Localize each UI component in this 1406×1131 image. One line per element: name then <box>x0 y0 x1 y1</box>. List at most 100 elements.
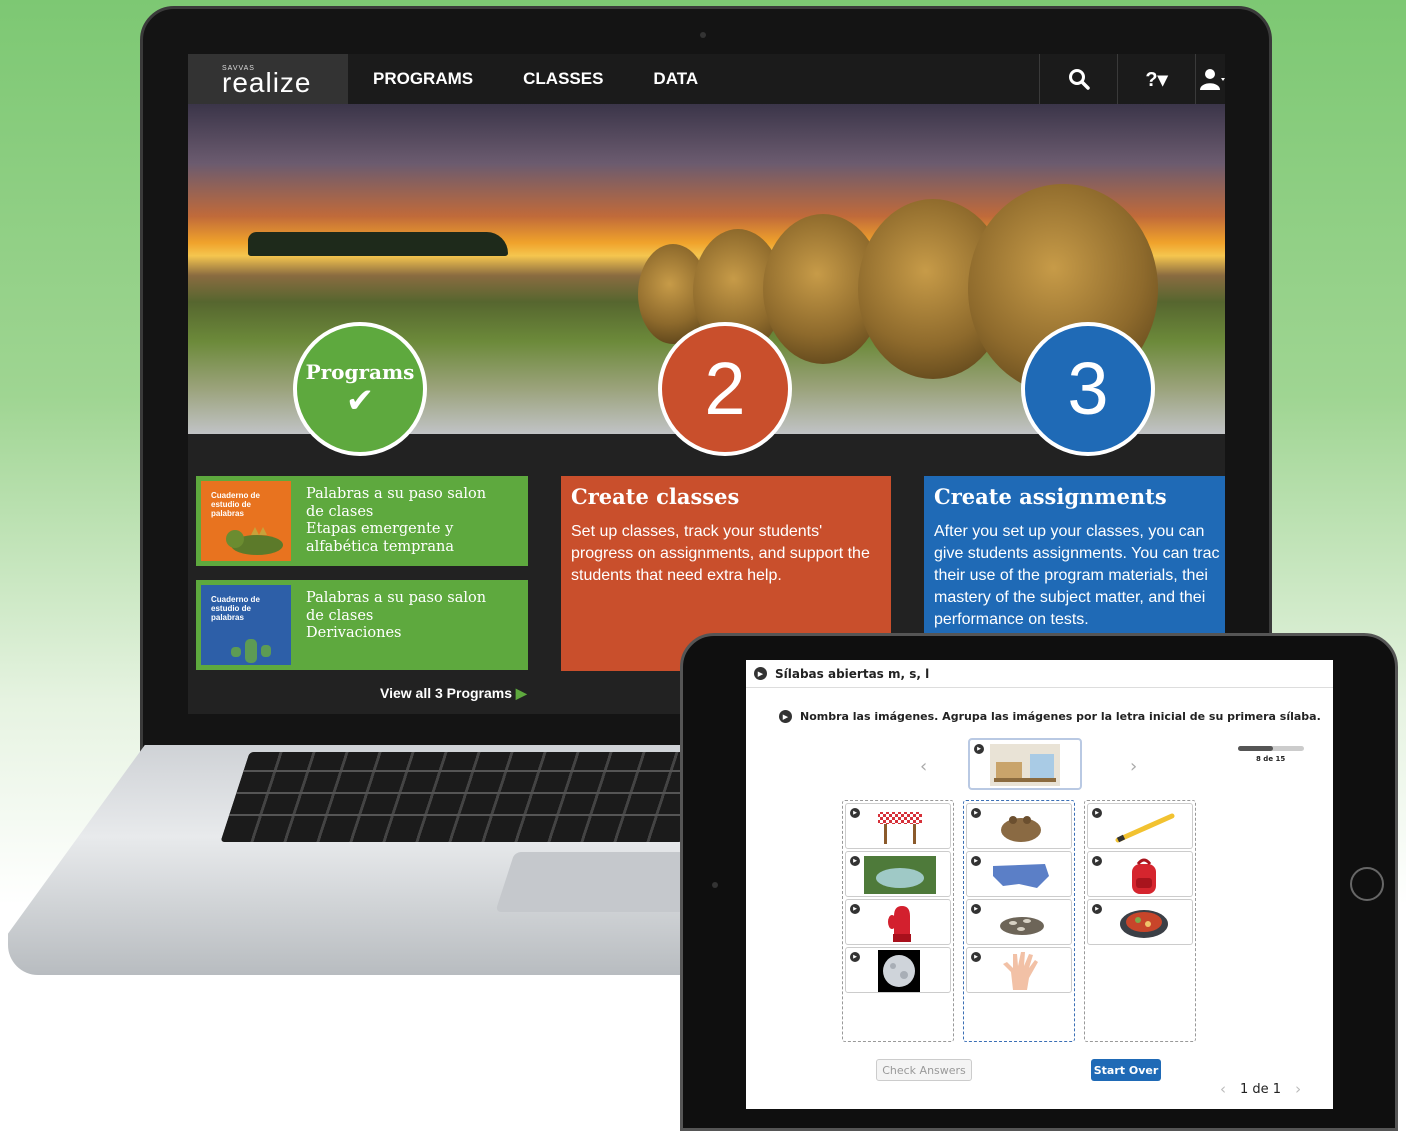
checkmark-icon: ✔ <box>345 382 375 420</box>
picture-tile[interactable]: ▶ <box>966 803 1072 849</box>
program-title-line: Palabras a su paso salon <box>306 486 487 502</box>
table-picture <box>878 812 922 844</box>
program-title-line: alfabética temprana <box>306 538 454 555</box>
picture-tile[interactable]: ▶ <box>845 899 951 945</box>
picture-tile[interactable]: ▶ <box>966 851 1072 897</box>
program-cover-thumbnail: Cuaderno de estudio de palabras <box>201 585 291 665</box>
picture-tile[interactable]: ▶ <box>966 947 1072 993</box>
assignments-body-line: mastery of the subject matter, and thei <box>934 589 1206 606</box>
picture-tile[interactable]: ▶ <box>845 947 951 993</box>
progress-fill <box>1238 746 1274 751</box>
backpack-picture <box>1132 858 1156 894</box>
laptop-camera <box>700 32 706 38</box>
activity-header: ▶ Sílabas abiertas m, s, l <box>746 660 1333 688</box>
step-assignments-number: 3 <box>1067 347 1109 430</box>
keyboard-row <box>228 814 700 816</box>
tablet-camera <box>712 882 718 888</box>
top-nav: SAVVAS realize PROGRAMS CLASSES DATA ?▾ <box>188 54 1225 104</box>
laptop-keyboard <box>220 752 720 842</box>
sort-column-3[interactable]: ▶ ▶ ▶ <box>1084 800 1196 1042</box>
tablet-home-button[interactable] <box>1350 867 1384 901</box>
program-cover-title: Cuaderno de estudio de palabras <box>211 491 260 518</box>
step-programs-circle[interactable]: Programs ✔ <box>293 322 427 456</box>
chevron-right-icon[interactable]: › <box>1295 1080 1301 1098</box>
picture-tile[interactable]: ▶ <box>966 899 1072 945</box>
program-title-line: de clases <box>306 607 374 624</box>
activity-instruction: ▶ Nombra las imágenes. Agrupa las imágen… <box>779 710 1321 723</box>
logo-brand-main: realize <box>222 68 348 96</box>
nav-classes[interactable]: CLASSES <box>523 69 603 89</box>
audio-play-icon[interactable]: ▶ <box>754 667 767 680</box>
chevron-right-icon[interactable]: › <box>1130 756 1137 777</box>
start-over-button[interactable]: Start Over <box>1091 1059 1161 1081</box>
picture-tile[interactable]: ▶ <box>845 851 951 897</box>
audio-play-icon[interactable]: ▶ <box>1092 904 1102 914</box>
moon-picture <box>878 950 920 992</box>
chevron-left-icon[interactable]: ‹ <box>1220 1080 1226 1098</box>
program-card[interactable]: Cuaderno de estudio de palabras Palabras… <box>196 476 528 566</box>
audio-play-icon[interactable]: ▶ <box>971 808 981 818</box>
audio-play-icon[interactable]: ▶ <box>1092 808 1102 818</box>
program-title-line: de clases <box>306 503 374 520</box>
current-picture-card[interactable]: ▶ <box>968 738 1082 790</box>
picture-tile[interactable]: ▶ <box>1087 803 1193 849</box>
activity-title: Sílabas abiertas m, s, l <box>775 666 930 681</box>
create-classes-body: Set up classes, track your students' pro… <box>571 523 870 584</box>
view-all-programs-link[interactable]: View all 3 Programs ▶ <box>380 685 527 702</box>
page-indicator: 1 de 1 <box>1240 1081 1282 1097</box>
pencil-picture <box>1115 813 1175 843</box>
check-answers-button[interactable]: Check Answers <box>876 1059 972 1081</box>
picture-tile[interactable]: ▶ <box>1087 899 1193 945</box>
laptop-screen: SAVVAS realize PROGRAMS CLASSES DATA ?▾ … <box>188 54 1225 714</box>
living-room-picture <box>990 744 1060 786</box>
audio-play-icon[interactable]: ▶ <box>971 904 981 914</box>
audio-play-icon[interactable]: ▶ <box>971 952 981 962</box>
audio-play-icon[interactable]: ▶ <box>971 856 981 866</box>
step-assignments-circle[interactable]: 3 <box>1021 322 1155 456</box>
audio-play-icon[interactable]: ▶ <box>850 952 860 962</box>
audio-play-icon[interactable]: ▶ <box>850 904 860 914</box>
audio-play-icon[interactable]: ▶ <box>850 856 860 866</box>
program-title-line: Palabras a su paso salon <box>306 590 487 606</box>
create-classes-title: Create classes <box>571 484 740 509</box>
lake-picture <box>864 856 936 894</box>
audio-play-icon[interactable]: ▶ <box>779 710 792 723</box>
step-classes-circle[interactable]: 2 <box>658 322 792 456</box>
assignments-body-line: their use of the program materials, thei <box>934 567 1208 584</box>
chevron-left-icon[interactable]: ‹ <box>920 756 927 777</box>
user-account-icon[interactable] <box>1195 54 1225 104</box>
program-title-line: Etapas emergente y <box>306 521 454 537</box>
program-card[interactable]: Cuaderno de estudio de palabras Palabras… <box>196 580 528 670</box>
mitten-picture <box>888 906 911 942</box>
soup-picture <box>1120 910 1168 938</box>
page-navigator: ‹ 1 de 1 › <box>1220 1080 1301 1098</box>
progress-counter: 8 de 15 <box>1256 755 1286 763</box>
nav-programs[interactable]: PROGRAMS <box>373 69 473 89</box>
sort-column-1[interactable]: ▶ ▶ ▶ ▶ <box>842 800 954 1042</box>
picture-tile[interactable]: ▶ <box>845 803 951 849</box>
play-arrow-icon: ▶ <box>515 685 527 701</box>
assignments-body-line: After you set up your classes, you can <box>934 523 1205 540</box>
sort-column-2[interactable]: ▶ ▶ ▶ ▶ <box>963 800 1075 1042</box>
map-picture <box>993 864 1049 888</box>
program-title: Palabras a su paso salon de clases Etapa… <box>296 476 486 556</box>
instruction-text: Nombra las imágenes. Agrupa las imágenes… <box>800 710 1321 723</box>
savvas-realize-logo[interactable]: SAVVAS realize <box>188 54 348 104</box>
step-programs-label: Programs <box>305 360 415 384</box>
keyboard-row <box>243 770 714 772</box>
search-icon[interactable] <box>1039 54 1117 104</box>
audio-play-icon[interactable]: ▶ <box>850 808 860 818</box>
nav-data[interactable]: DATA <box>653 69 698 89</box>
assignments-body-line: performance on tests. <box>934 611 1089 628</box>
audio-play-icon[interactable]: ▶ <box>1092 856 1102 866</box>
keyboard-row <box>235 792 707 794</box>
logo-word: realize <box>222 66 312 98</box>
help-menu-icon[interactable]: ?▾ <box>1117 54 1195 104</box>
view-all-label: View all 3 Programs <box>380 685 513 701</box>
assignments-body-line: give students assignments. You can trac <box>934 545 1220 562</box>
audio-play-icon[interactable]: ▶ <box>974 744 984 754</box>
program-cover-thumbnail: Cuaderno de estudio de palabras <box>201 481 291 561</box>
picture-tile[interactable]: ▶ <box>1087 851 1193 897</box>
program-title-line: Derivaciones <box>306 625 402 641</box>
create-assignments-body: After you set up your classes, you can g… <box>934 521 1220 631</box>
